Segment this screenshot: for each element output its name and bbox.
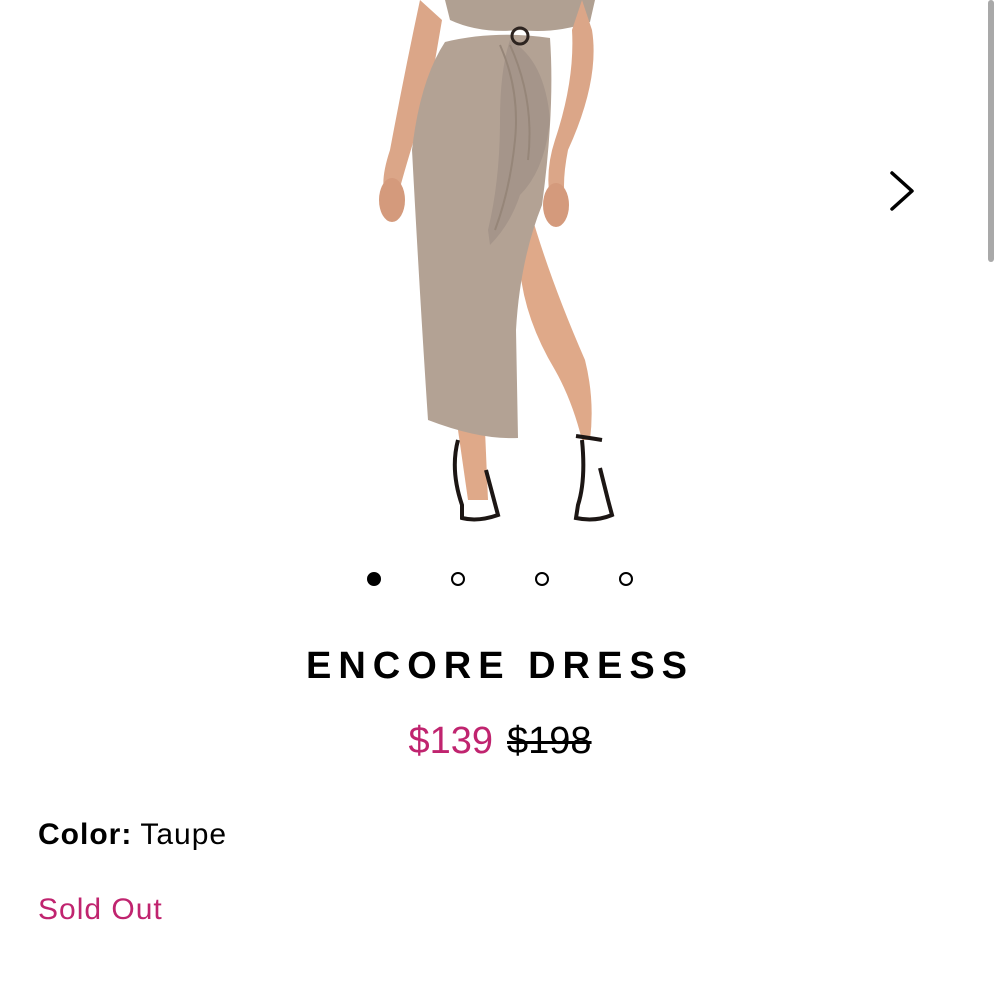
product-title: ENCORE DRESS [305,645,695,687]
carousel-dot-1[interactable] [367,572,381,586]
product-page: ENCORE DRESS $139 $198 Color: Taupe Sold O… [0,0,1000,1000]
product-image[interactable] [350,0,640,540]
carousel-dot-3[interactable] [535,572,549,586]
price-row: $139 $198 [0,720,1000,763]
color-label: Color: [38,818,133,851]
scrollbar[interactable] [988,0,994,262]
color-value: Taupe [140,818,228,851]
sale-price: $139 [408,720,493,762]
carousel-dots [0,572,1000,592]
chevron-right-icon [890,171,914,211]
next-image-button[interactable] [882,168,922,214]
original-price: $198 [507,720,592,762]
carousel-dot-4[interactable] [619,572,633,586]
carousel-dot-2[interactable] [451,572,465,586]
stock-status: Sold Out [38,893,163,926]
color-row: Color: Taupe [38,818,227,852]
dress-photo [379,0,615,522]
